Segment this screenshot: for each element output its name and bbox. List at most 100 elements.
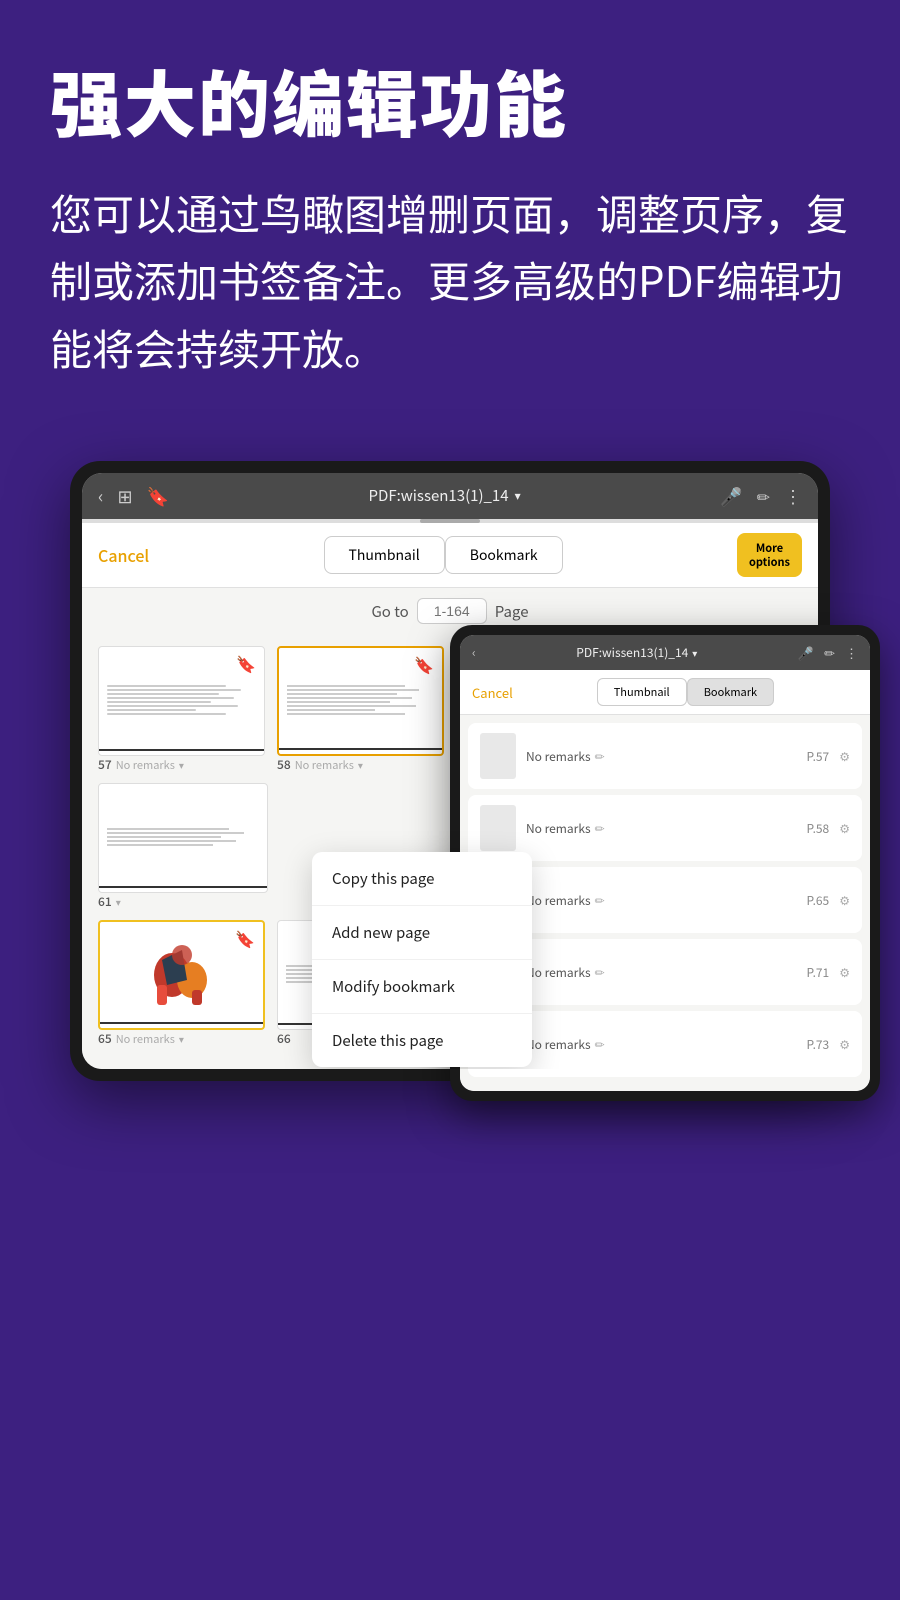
sec-cancel-button[interactable]: Cancel (472, 683, 513, 702)
thumb-num-66: 66 (277, 1030, 291, 1047)
bookmark-marker-65: 🔖 (235, 926, 255, 950)
sec-topbar-icons: 🎤 ✏ ⋮ (798, 643, 858, 662)
bm-edit-icon-65[interactable]: ✏ (595, 892, 605, 909)
mockup-container: ‹ ⊞ 🔖 PDF:wissen13(1)_14 ▾ 🎤 ✏ ⋮ Ca (40, 461, 860, 1082)
thumb-lines-57 (99, 677, 264, 725)
thumb-label-65: 65 No remarks ▾ (98, 1030, 265, 1047)
thumb-label-58: 58 No remarks ▾ (277, 756, 444, 773)
bm-title-58: No remarks ✏ (526, 820, 796, 837)
bm-page-58: P.58 (806, 820, 829, 837)
bm-title-text-71: No remarks (526, 964, 591, 981)
context-copy-page[interactable]: Copy this page (312, 852, 532, 906)
thumb-num-65: 65 (98, 1030, 112, 1047)
bm-thumb-57 (480, 733, 516, 779)
context-add-page[interactable]: Add new page (312, 906, 532, 960)
bookmark-item-57: No remarks ✏ P.57 ⚙ (468, 723, 862, 789)
tab-bookmark[interactable]: Bookmark (445, 536, 563, 574)
bookmark-icon-top[interactable]: 🔖 (147, 483, 169, 509)
bm-title-text-58: No remarks (526, 820, 591, 837)
thumb-chevron-57[interactable]: ▾ (179, 757, 184, 772)
bm-edit-icon-58[interactable]: ✏ (595, 820, 605, 837)
document-title: PDF:wissen13(1)_14 ▾ (183, 485, 706, 506)
microphone-icon[interactable]: 🎤 (720, 483, 742, 509)
bm-title-57: No remarks ✏ (526, 748, 796, 765)
thumb-image-65[interactable]: 🔖 (98, 920, 265, 1030)
figure-illustration-65 (142, 930, 222, 1020)
scroll-bar (82, 519, 818, 523)
context-delete-page[interactable]: Delete this page (312, 1014, 532, 1067)
thumb-chevron-58[interactable]: ▾ (358, 757, 363, 772)
doc-title-text: PDF:wissen13(1)_14 (369, 485, 509, 506)
thumb-image-57[interactable]: 🔖 (98, 646, 265, 756)
goto-input[interactable] (417, 598, 487, 624)
bm-info-73: No remarks ✏ (526, 1036, 796, 1053)
bm-title-71: No remarks ✏ (526, 964, 796, 981)
scroll-thumb (420, 519, 480, 523)
goto-label: Go to (371, 601, 408, 622)
tab-thumbnail[interactable]: Thumbnail (324, 536, 445, 574)
bm-edit-icon-71[interactable]: ✏ (595, 964, 605, 981)
bm-info-57: No remarks ✏ (526, 748, 796, 765)
sec-mic-icon[interactable]: 🎤 (798, 643, 814, 662)
context-modify-bookmark[interactable]: Modify bookmark (312, 960, 532, 1014)
context-menu: Copy this page Add new page Modify bookm… (312, 852, 532, 1067)
sec-tab-thumbnail[interactable]: Thumbnail (597, 678, 687, 706)
thumb-num-61: 61 (98, 893, 112, 910)
bookmark-marker-58: 🔖 (414, 652, 434, 676)
chevron-icon: ▾ (515, 487, 521, 504)
thumb-cell-58: 🔖 (277, 646, 444, 775)
topbar-right: 🎤 ✏ ⋮ (720, 483, 802, 509)
sec-tab-bookmark[interactable]: Bookmark (687, 678, 774, 706)
sec-title-text: PDF:wissen13(1)_14 (576, 644, 688, 661)
thumb-cell-61: 61 ▾ (98, 783, 268, 912)
bm-page-73: P.73 (806, 1036, 829, 1053)
bm-page-57: P.57 (806, 748, 829, 765)
bm-gear-icon-73[interactable]: ⚙ (839, 1036, 850, 1053)
more-icon[interactable]: ⋮ (784, 483, 802, 509)
cancel-button[interactable]: Cancel (98, 543, 149, 567)
bm-title-text-73: No remarks (526, 1036, 591, 1053)
bm-gear-icon-57[interactable]: ⚙ (839, 748, 850, 765)
bm-gear-icon-65[interactable]: ⚙ (839, 892, 850, 909)
thumb-label-57: 57 No remarks ▾ (98, 756, 265, 773)
thumb-lines-61 (99, 820, 267, 856)
bm-page-71: P.71 (806, 964, 829, 981)
sec-pills: Thumbnail Bookmark (513, 678, 858, 706)
thumb-chevron-61[interactable]: ▾ (116, 894, 121, 909)
thumb-remark-57: No remarks (116, 757, 175, 773)
thumb-label-61: 61 ▾ (98, 893, 268, 910)
hero-description: 您可以通过鸟瞰图增删页面，调整页序，复制或添加书签备注。更多高级的PDF编辑功能… (50, 179, 850, 381)
sec-doc-title: PDF:wissen13(1)_14 ▾ (486, 644, 788, 661)
thumb-lines-58 (279, 677, 442, 725)
bm-title-65: No remarks ✏ (526, 892, 796, 909)
tablet-topbar: ‹ ⊞ 🔖 PDF:wissen13(1)_14 ▾ 🎤 ✏ ⋮ (82, 473, 818, 519)
bookmark-marker-57: 🔖 (236, 651, 256, 675)
bm-info-65: No remarks ✏ (526, 892, 796, 909)
thumb-image-58[interactable]: 🔖 (277, 646, 444, 756)
bm-title-text-65: No remarks (526, 892, 591, 909)
sec-back-icon[interactable]: ‹ (472, 644, 476, 661)
bm-title-text-57: No remarks (526, 748, 591, 765)
bm-edit-icon-73[interactable]: ✏ (595, 1036, 605, 1053)
bm-page-65: P.65 (806, 892, 829, 909)
thumb-image-61[interactable] (98, 783, 268, 893)
thumb-num-57: 57 (98, 756, 112, 773)
sec-tab-bar: Cancel Thumbnail Bookmark (460, 670, 870, 715)
sec-chevron-icon: ▾ (692, 645, 697, 660)
thumb-cell-65: 🔖 (98, 920, 265, 1049)
pen-icon[interactable]: ✏ (757, 484, 770, 508)
bm-gear-icon-58[interactable]: ⚙ (839, 820, 850, 837)
grid-icon[interactable]: ⊞ (117, 483, 132, 509)
thumb-num-58: 58 (277, 756, 291, 773)
hero-title: 强大的编辑功能 (50, 60, 850, 139)
tab-pills: Thumbnail Bookmark (149, 536, 737, 574)
thumb-chevron-65[interactable]: ▾ (179, 1031, 184, 1046)
back-icon[interactable]: ‹ (98, 483, 103, 509)
bm-gear-icon-71[interactable]: ⚙ (839, 964, 850, 981)
sec-more-icon[interactable]: ⋮ (845, 643, 858, 662)
tab-bar: Cancel Thumbnail Bookmark More options (82, 523, 818, 589)
bm-edit-icon-57[interactable]: ✏ (595, 748, 605, 765)
sec-pen-icon[interactable]: ✏ (824, 643, 835, 662)
sec-topbar: ‹ PDF:wissen13(1)_14 ▾ 🎤 ✏ ⋮ (460, 635, 870, 670)
more-options-button[interactable]: More options (737, 533, 802, 578)
